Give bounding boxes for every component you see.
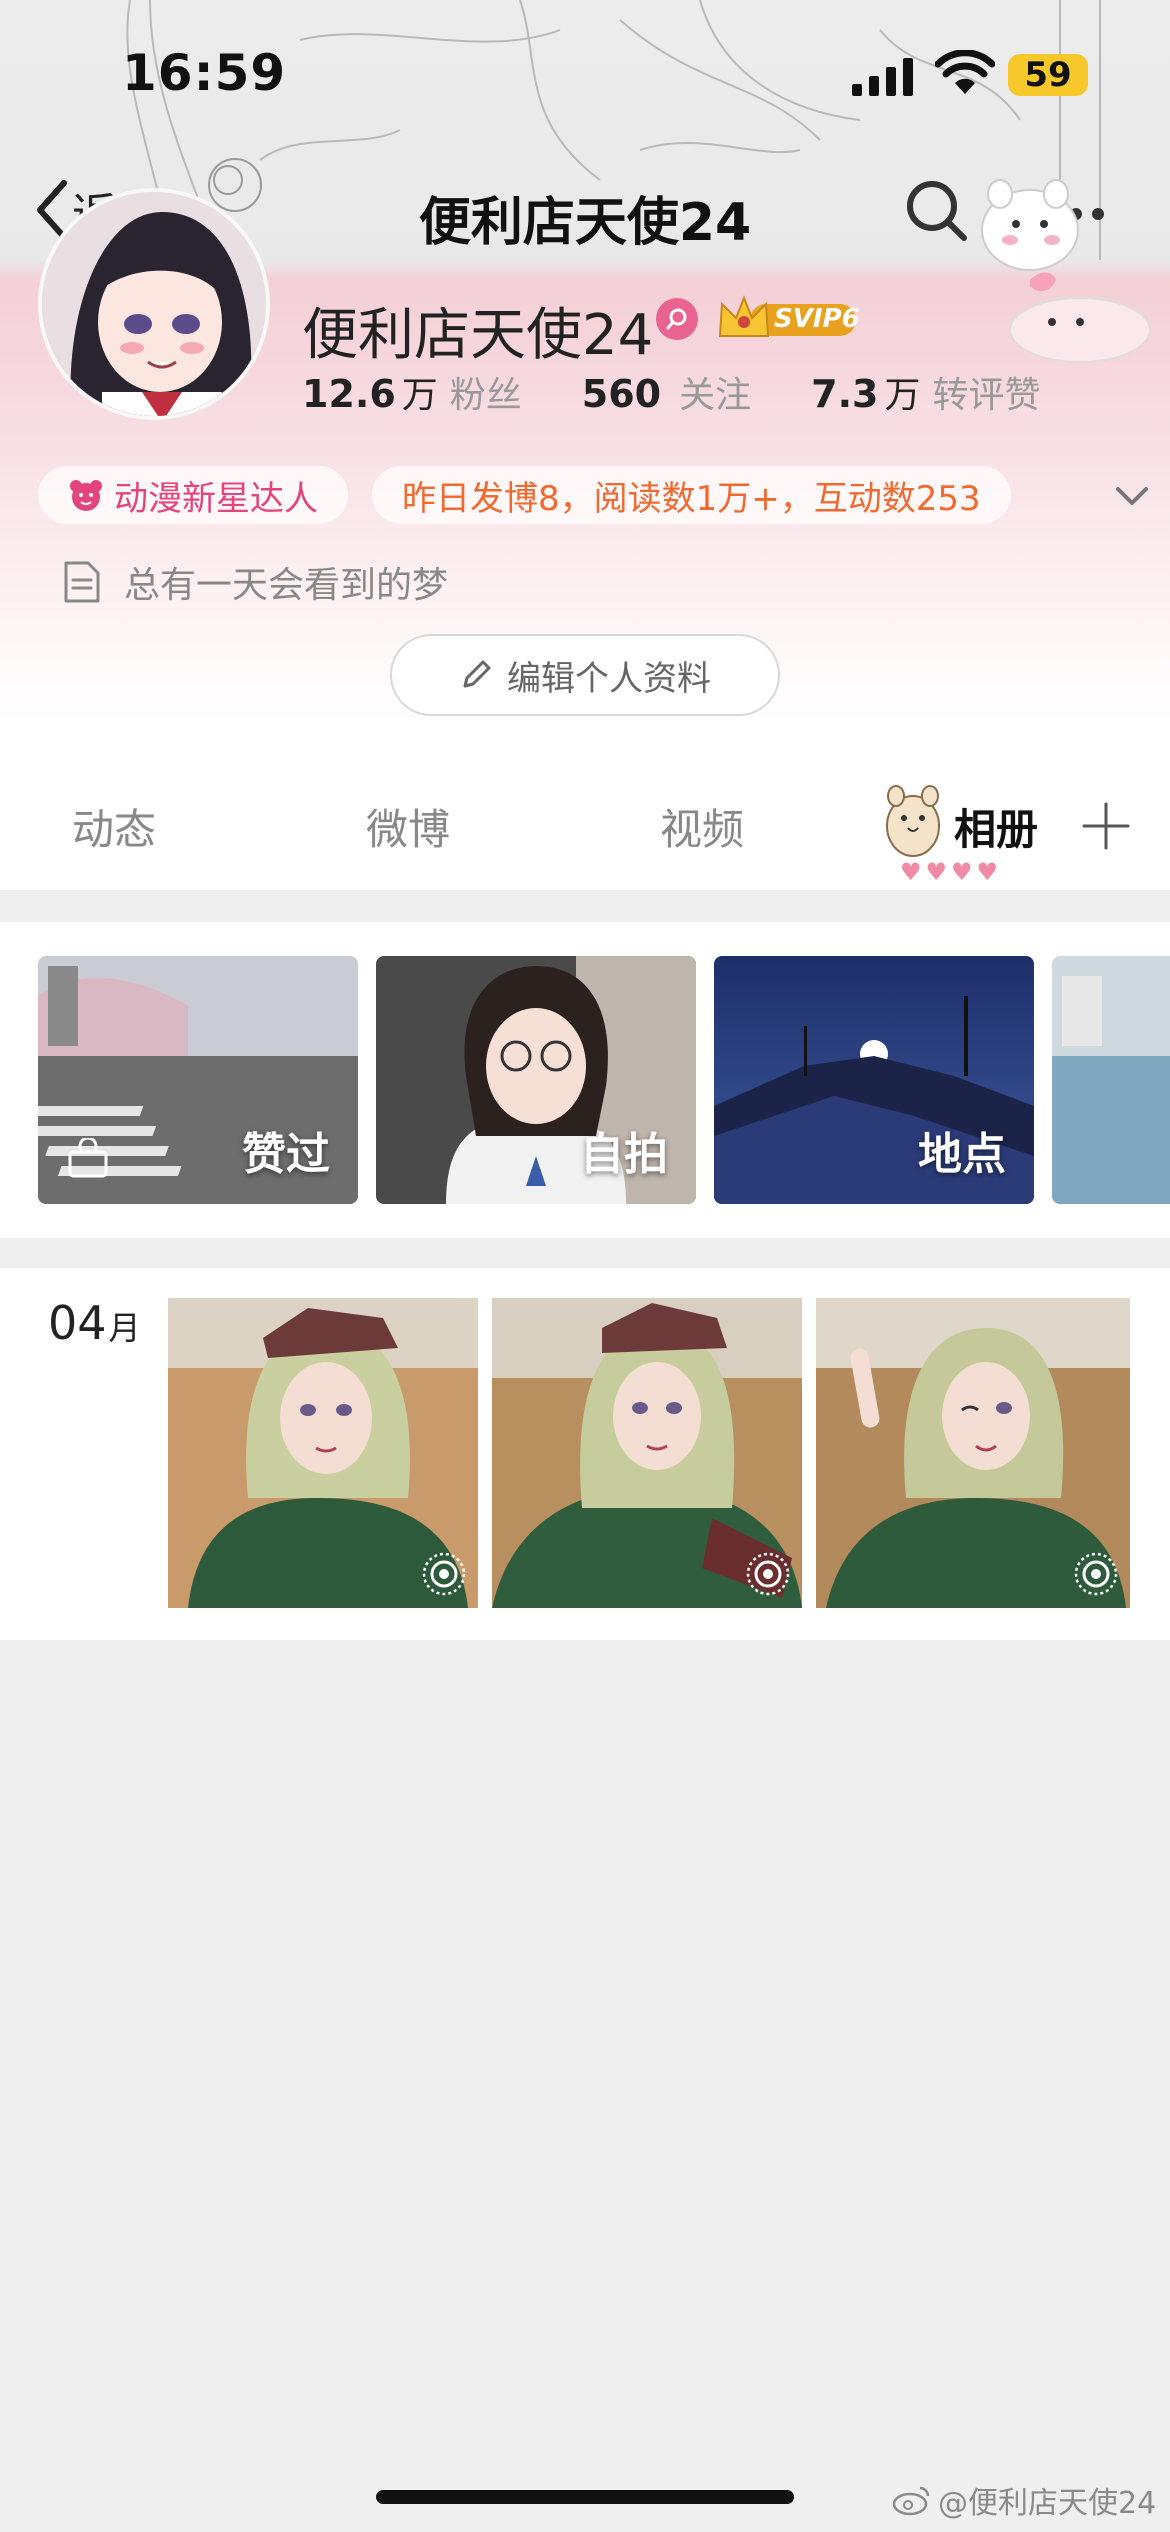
avatar[interactable] [38, 188, 270, 420]
album-more[interactable] [1052, 956, 1170, 1204]
stat-followers[interactable]: 12.6 万 粉丝 [302, 366, 522, 418]
status-bar: 16:59 59 [0, 0, 1170, 150]
tab-weibo[interactable]: 微博 [366, 796, 450, 857]
month-unit: 月 [108, 1309, 141, 1347]
tag-daily-stats[interactable]: 昨日发博8，阅读数1万+，互动数253 [372, 466, 1011, 524]
profile-bio: 总有一天会看到的梦 [62, 556, 448, 608]
tag-anime-star[interactable]: 动漫新星达人 [38, 466, 348, 524]
tab-active-indicator: ♥ ♥ ♥ ♥ [900, 858, 999, 886]
profile-tabs: 动态 微博 视频 相册 ♥ ♥ ♥ ♥ [0, 760, 1170, 890]
svip-badge[interactable]: SVIP6 [714, 292, 860, 346]
tab-video[interactable]: 视频 [660, 796, 744, 857]
svip-label: SVIP6 [774, 304, 860, 334]
hamster-mascot-decoration [981, 179, 1151, 363]
album-label: 自拍 [580, 1129, 668, 1180]
tab-dynamics[interactable]: 动态 [72, 796, 156, 857]
watermark: @便利店天使24 [892, 2478, 1156, 2522]
bio-text: 总有一天会看到的梦 [124, 565, 449, 606]
stat-unit: 万 [884, 375, 921, 416]
bear-icon [70, 480, 102, 511]
lock-icon [68, 1138, 108, 1178]
hamster-icon [886, 785, 940, 857]
tab-album[interactable]: 相册 [954, 796, 1038, 857]
avatar-illustration [42, 192, 266, 416]
status-time: 16:59 [122, 44, 287, 102]
photo-thumbnail[interactable] [168, 1298, 478, 1608]
stat-interactions[interactable]: 7.3 万 转评赞 [811, 366, 1040, 418]
photo-thumbnail[interactable] [492, 1298, 802, 1608]
stat-number: 7.3 [811, 372, 879, 416]
home-indicator[interactable] [376, 2490, 794, 2504]
verified-badge-icon[interactable] [656, 298, 698, 340]
album-liked[interactable]: 赞过 [38, 956, 358, 1204]
live-photo-icon [1074, 1552, 1118, 1596]
month-label: 04 月 [48, 1296, 141, 1350]
profile-tags: 动漫新星达人 昨日发博8，阅读数1万+，互动数253 [38, 466, 1158, 524]
watermark-text: @便利店天使24 [938, 2486, 1157, 2521]
plus-icon[interactable] [1080, 800, 1132, 852]
tag-label: 动漫新星达人 [114, 478, 318, 519]
tag-label: 昨日发博8，阅读数1万+，互动数253 [402, 478, 981, 519]
weibo-logo-icon [892, 2486, 930, 2516]
month-number: 04 [48, 1296, 107, 1350]
stat-label: 关注 [679, 375, 752, 416]
album-label: 赞过 [242, 1129, 330, 1180]
photo-thumbnail[interactable] [816, 1298, 1130, 1608]
profile-name: 便利店天使24 [302, 303, 654, 368]
stat-unit: 万 [401, 375, 438, 416]
stat-number: 12.6 [302, 372, 396, 416]
profile-stats: 12.6 万 粉丝 560 关注 7.3 万 转评赞 [302, 366, 1101, 418]
edit-profile-label: 编辑个人资料 [507, 658, 711, 699]
chevron-down-icon[interactable] [1110, 474, 1154, 518]
pencil-icon [463, 660, 491, 688]
stat-following[interactable]: 560 关注 [582, 366, 751, 418]
cellular-signal-icon [852, 58, 913, 96]
stat-label: 转评赞 [932, 375, 1041, 416]
stat-label: 粉丝 [449, 375, 522, 416]
document-icon [64, 561, 100, 603]
month-section: 04 月 [0, 1268, 1170, 1640]
wifi-icon [935, 50, 995, 94]
stat-number: 560 [581, 372, 662, 416]
album-cover-store [1052, 956, 1170, 1204]
battery-indicator: 59 [1008, 54, 1088, 96]
album-label: 地点 [918, 1129, 1006, 1180]
edit-profile-button[interactable]: 编辑个人资料 [390, 634, 780, 716]
album-location[interactable]: 地点 [714, 956, 1034, 1204]
album-carousel: 赞过 自拍 地点 [0, 922, 1170, 1238]
live-photo-icon [422, 1552, 466, 1596]
live-photo-icon [746, 1552, 790, 1596]
album-selfie[interactable]: 自拍 [376, 956, 696, 1204]
